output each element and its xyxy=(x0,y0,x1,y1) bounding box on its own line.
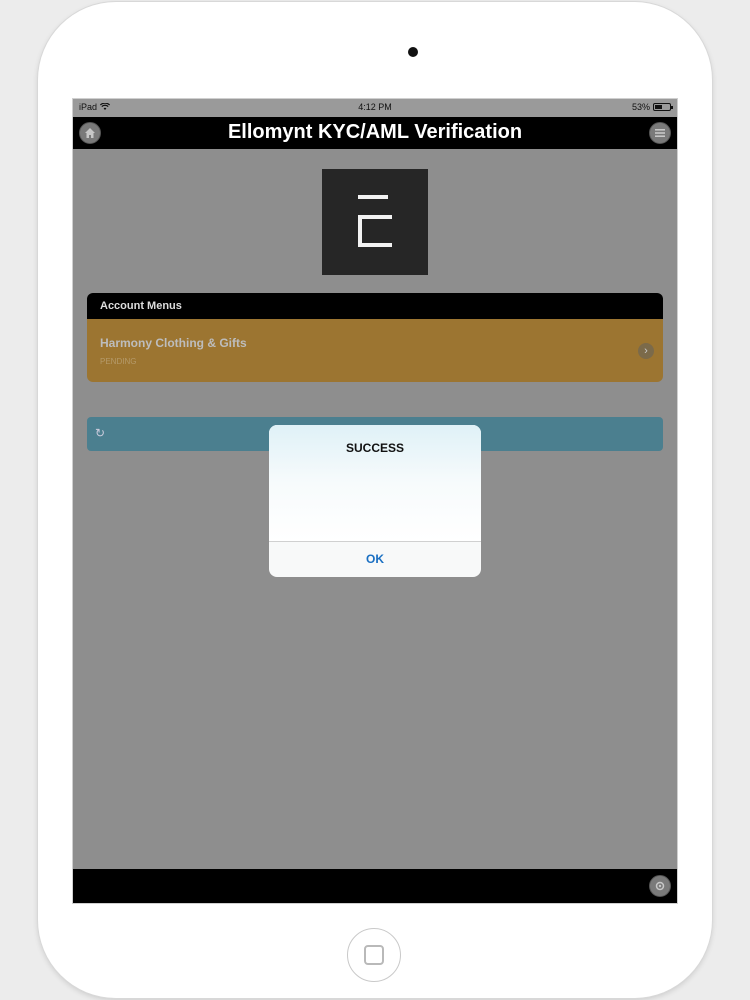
battery-percent: 53% xyxy=(631,102,650,112)
account-item[interactable]: Harmony Clothing & Gifts PENDING › xyxy=(87,319,663,382)
refresh-icon: ↻ xyxy=(95,426,106,440)
account-menus-panel: Account Menus Harmony Clothing & Gifts P… xyxy=(87,293,663,382)
ok-button[interactable]: OK xyxy=(269,542,481,577)
success-alert-dialog: SUCCESS OK xyxy=(269,425,481,577)
menu-icon[interactable] xyxy=(649,122,671,144)
footer-bar xyxy=(73,869,677,903)
nav-bar: Ellomynt KYC/AML Verification xyxy=(73,117,677,149)
ellomynt-logo xyxy=(322,169,428,275)
page-title: Ellomynt KYC/AML Verification xyxy=(227,121,523,143)
status-bar: iPad 4:12 PM 53% xyxy=(73,99,677,117)
settings-icon[interactable] xyxy=(649,875,671,897)
alert-title: SUCCESS xyxy=(345,441,404,455)
battery-icon xyxy=(653,103,673,111)
app-screen: iPad 4:12 PM 53% Ellomynt KYC/AML Verifi… xyxy=(72,98,678,904)
chevron-right-icon: › xyxy=(638,343,654,359)
front-camera xyxy=(408,47,418,57)
home-button[interactable] xyxy=(347,928,401,982)
status-time: 4:12 PM xyxy=(358,102,392,112)
home-button-icon xyxy=(364,945,384,965)
account-menus-header: Account Menus xyxy=(87,293,663,319)
account-name: Harmony Clothing & Gifts xyxy=(100,336,247,350)
account-status: PENDING xyxy=(100,357,137,366)
